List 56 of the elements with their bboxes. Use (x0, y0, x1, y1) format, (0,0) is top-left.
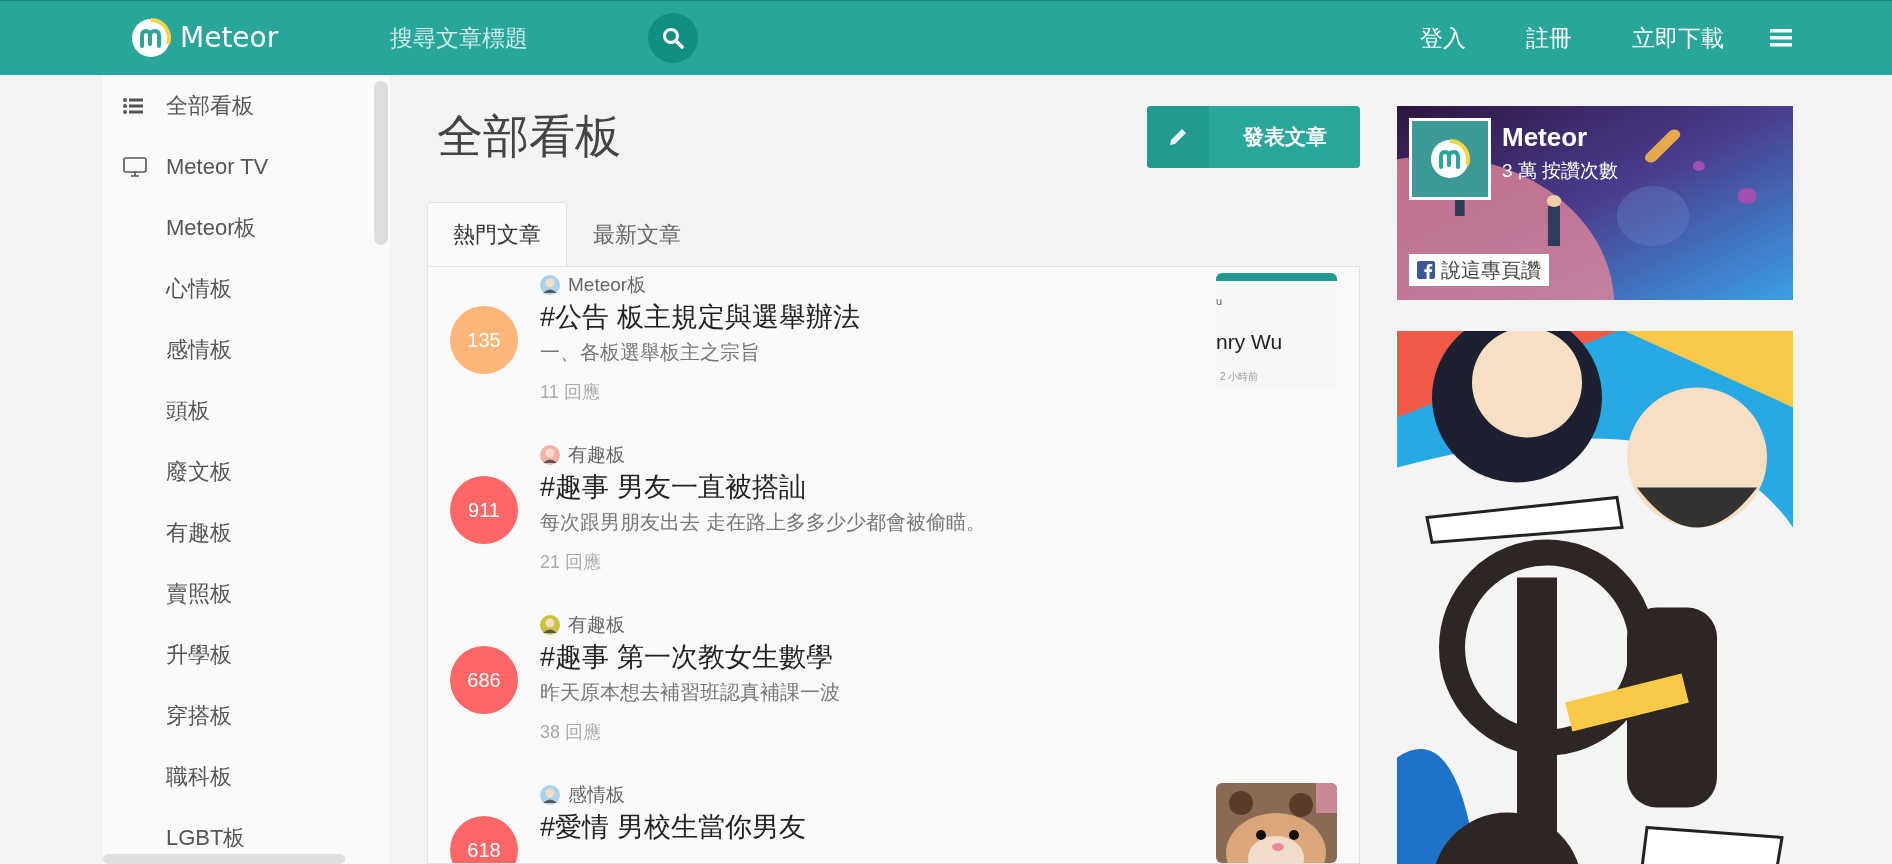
thumbnail-text: nry Wu (1216, 328, 1284, 355)
sidebar-item[interactable]: 心情板 (103, 258, 390, 319)
board-name[interactable]: Meteor板 (568, 270, 647, 300)
page-name[interactable]: Meteor (1502, 118, 1619, 157)
sidebar-item[interactable]: 廢文板 (103, 441, 390, 502)
board-name[interactable]: 有趣板 (568, 610, 625, 640)
menu-icon (1770, 29, 1792, 47)
sidebar-item[interactable]: LGBT板 (103, 807, 390, 864)
score-badge: 911 (450, 476, 518, 544)
thumbnail-text: 2 小時前 (1219, 370, 1260, 384)
post-title[interactable]: #公告 板主規定與選舉辦法 (540, 297, 1216, 337)
score-badge: 135 (450, 306, 518, 374)
brand-name: Meteor (180, 20, 279, 56)
monitor-icon (123, 156, 147, 177)
reply-count: 38 回應 (540, 721, 603, 744)
thumbnail-text: u (1216, 294, 1224, 309)
search-button[interactable] (648, 13, 698, 63)
sidebar-item[interactable]: 升學板 (103, 624, 390, 685)
horizontal-scrollbar[interactable] (103, 854, 345, 864)
post-excerpt: 昨天原本想去補習班認真補課一波 (540, 680, 841, 705)
sidebar-item[interactable]: Meteor TV (103, 136, 390, 197)
board-name[interactable]: 有趣板 (568, 440, 625, 470)
sidebar-item[interactable]: 賣照板 (103, 563, 390, 624)
tab[interactable]: 熱門文章 (427, 202, 567, 266)
search-field[interactable]: 搜尋文章標題 (390, 20, 610, 56)
logo-icon (130, 17, 172, 59)
sidebar-item[interactable]: 頭板 (103, 380, 390, 441)
search-icon (662, 27, 684, 49)
post-title[interactable]: #趣事 男友一直被搭訕 (540, 467, 1337, 507)
post-excerpt: 一、各板選舉板主之宗旨 (540, 340, 761, 365)
menu-button[interactable] (1770, 29, 1792, 47)
sidebar-item[interactable]: Meteor板 (103, 197, 390, 258)
score-badge: 618 (450, 816, 518, 863)
post-title[interactable]: #愛情 男校生當你男友 (540, 807, 1216, 847)
tab[interactable]: 最新文章 (567, 202, 707, 266)
logo-icon (1429, 138, 1471, 180)
sidebar-item[interactable]: 感情板 (103, 319, 390, 380)
vertical-scrollbar[interactable] (374, 81, 388, 245)
reply-count: 21 回應 (540, 551, 603, 574)
avatar-icon (540, 615, 560, 635)
avatar-icon (540, 445, 560, 465)
page-title: 全部看板 (437, 109, 621, 164)
sidebar-item[interactable]: 全部看板 (103, 75, 390, 136)
sidebar-item[interactable]: 職科板 (103, 746, 390, 807)
like-button[interactable]: 說這專頁讚 (1409, 254, 1549, 286)
board-name[interactable]: 感情板 (568, 780, 625, 810)
post-excerpt: 每次跟男朋友出去 走在路上多多少少都會被偷瞄。 (540, 510, 987, 535)
sidebar-item[interactable]: 有趣板 (103, 502, 390, 563)
sidebar-item[interactable]: 穿搭板 (103, 685, 390, 746)
facebook-icon (1417, 261, 1435, 279)
avatar-icon (540, 785, 560, 805)
reply-count: 11 回應 (540, 381, 601, 404)
post-title[interactable]: #趣事 第一次教女生數學 (540, 637, 1337, 677)
list-icon (123, 97, 143, 114)
score-badge: 686 (450, 646, 518, 714)
avatar-icon (540, 275, 560, 295)
